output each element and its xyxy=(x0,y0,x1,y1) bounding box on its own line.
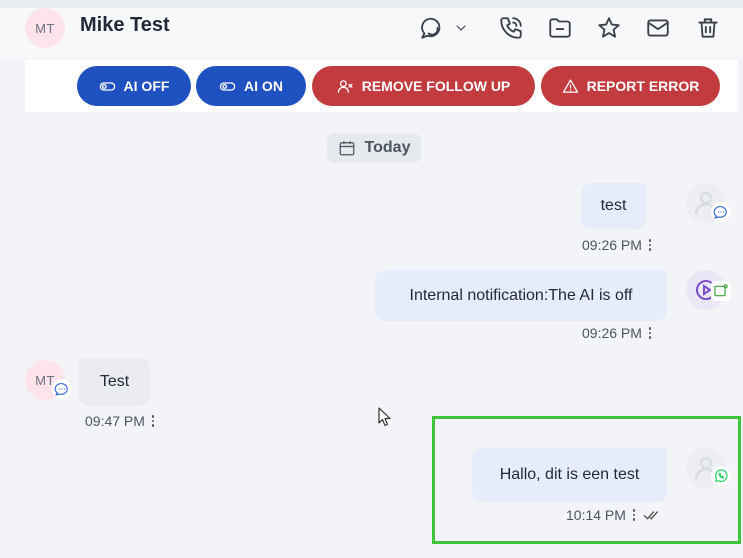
chat-bubbles-icon[interactable] xyxy=(416,12,448,44)
mouse-cursor-icon xyxy=(378,407,391,427)
folder-icon[interactable] xyxy=(544,12,576,44)
message-meta: 09:26 PM xyxy=(582,325,652,341)
report-error-label: REPORT ERROR xyxy=(586,78,700,94)
message-text: Test xyxy=(99,373,130,390)
warning-icon xyxy=(562,78,578,93)
message-time: 09:26 PM xyxy=(582,237,642,253)
message-time: 09:26 PM xyxy=(582,325,642,341)
toggle-off-icon xyxy=(99,81,115,91)
message-text: Internal notification:The AI is off xyxy=(409,286,633,304)
calendar-icon xyxy=(339,141,354,156)
ai-on-button[interactable]: AI ON xyxy=(196,66,306,106)
remove-follow-up-button[interactable]: REMOVE FOLLOW UP xyxy=(312,66,535,106)
message-meta: 09:26 PM xyxy=(582,237,652,253)
message-bubble[interactable]: Internal notification:The AI is off xyxy=(375,270,667,321)
date-separator-label: Today xyxy=(364,139,411,156)
ai-off-button[interactable]: AI OFF xyxy=(77,66,191,106)
report-error-button[interactable]: REPORT ERROR xyxy=(541,66,720,106)
user-remove-icon xyxy=(337,79,353,93)
notification-icon xyxy=(711,281,731,301)
top-strip xyxy=(0,0,743,8)
contact-name[interactable]: Mike Test xyxy=(80,14,170,37)
selection-highlight xyxy=(432,416,741,544)
phone-icon[interactable] xyxy=(495,12,527,44)
message-bubble[interactable]: test xyxy=(581,183,646,229)
message-meta: 09:47 PM xyxy=(85,413,155,429)
message-bubble[interactable]: Test xyxy=(79,358,150,406)
action-toolbar: AI OFF AI ON REMOVE FOLLOW UP REPORT ERR… xyxy=(25,60,738,112)
more-options-icon[interactable] xyxy=(151,415,155,427)
conversation-header: MT Mike Test xyxy=(0,8,743,58)
chevron-down-icon[interactable] xyxy=(451,12,471,44)
toggle-on-icon xyxy=(219,81,236,91)
chat-icon xyxy=(711,202,731,222)
ai-on-label: AI ON xyxy=(244,78,283,94)
message-time: 09:47 PM xyxy=(85,413,145,429)
more-options-icon[interactable] xyxy=(648,239,652,251)
date-separator: Today xyxy=(327,133,421,163)
more-options-icon[interactable] xyxy=(648,327,652,339)
chat-icon xyxy=(52,379,72,399)
trash-icon[interactable] xyxy=(692,12,724,44)
contact-avatar[interactable]: MT xyxy=(25,8,65,48)
remove-follow-up-label: REMOVE FOLLOW UP xyxy=(361,78,511,94)
message-text: test xyxy=(600,197,627,214)
mail-icon[interactable] xyxy=(642,12,674,44)
star-icon[interactable] xyxy=(593,12,625,44)
ai-off-label: AI OFF xyxy=(123,78,170,94)
